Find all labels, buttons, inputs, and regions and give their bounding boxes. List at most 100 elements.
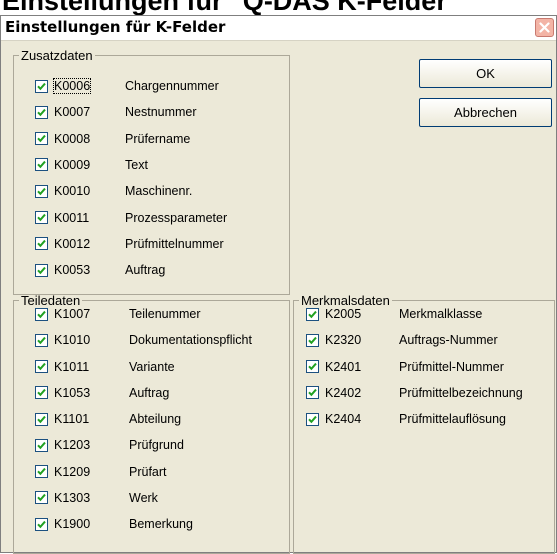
checkbox[interactable] [35, 360, 48, 373]
checkbox[interactable] [35, 491, 48, 505]
kfield-label: Text [125, 157, 148, 172]
checkbox[interactable] [35, 517, 48, 531]
checkbox[interactable] [35, 438, 48, 452]
close-x-icon [539, 22, 550, 33]
kfield-code: K2404 [325, 412, 362, 426]
checkbox[interactable] [306, 333, 319, 347]
checkbox[interactable] [35, 211, 48, 224]
checkbox[interactable] [35, 79, 48, 93]
kfield-row-k0011[interactable]: K0011 Prozessparameter [35, 208, 227, 228]
kfield-row-k2402[interactable]: K2402 Prüfmittelbezeichnung [306, 383, 523, 403]
checkmark-icon [37, 362, 46, 371]
checkmark-icon [37, 82, 46, 90]
kfield-code: K1007 [54, 307, 91, 321]
kfield-label: Prüfmittelnummer [125, 236, 224, 251]
kfield-code: K0010 [54, 184, 91, 199]
kfield-label: Variante [129, 359, 175, 374]
kfield-label: Merkmalklasse [399, 307, 483, 321]
checkbox[interactable] [306, 360, 319, 373]
checkmark-icon [37, 494, 46, 502]
kfield-row-k0007[interactable]: K0007 Nestnummer [35, 102, 197, 122]
kfield-row-k0010[interactable]: K0010 Maschinenr. [35, 181, 192, 201]
kfield-code: K1010 [54, 333, 91, 348]
kfield-row-k1303[interactable]: K1303 Werk [35, 488, 158, 508]
kfield-row-k2401[interactable]: K2401 Prüfmittel-Nummer [306, 357, 504, 377]
kfield-label: Prüfername [125, 131, 191, 146]
kfield-label: Prüfmittelauflösung [399, 412, 507, 426]
checkbox[interactable] [35, 158, 48, 172]
kfield-row-k2404[interactable]: K2404 Prüfmittelauflösung [306, 409, 506, 429]
dialog-title: Einstellungen für K-Felder [5, 18, 226, 36]
kfield-label: Prüfmittel-Nummer [399, 359, 504, 374]
kfield-label: Prüfmittelbezeichnung [399, 385, 523, 400]
checkmark-icon [37, 441, 46, 450]
kfield-label: Prozessparameter [125, 210, 228, 225]
kfield-code: K0006 [52, 78, 92, 94]
checkbox[interactable] [306, 412, 319, 426]
checkmark-icon [37, 389, 46, 397]
kfield-label: Auftrag [125, 263, 166, 278]
checkmark-icon [37, 213, 46, 222]
kfield-code: K2320 [325, 333, 362, 348]
kfield-row-k0006[interactable]: K0006 Chargennummer [35, 76, 219, 96]
checkmark-icon [308, 310, 317, 318]
kfield-label: Werk [129, 490, 158, 505]
kfield-row-k0009[interactable]: K0009 Text [35, 155, 148, 175]
checkbox[interactable] [35, 263, 48, 277]
checkbox[interactable] [306, 307, 319, 321]
checkbox[interactable] [35, 237, 48, 251]
group-zusatzdaten-legend: Zusatzdaten [21, 48, 93, 63]
kfield-row-k1209[interactable]: K1209 Prüfart [35, 462, 167, 482]
kfield-label: Teilenummer [129, 307, 201, 321]
checkbox[interactable] [35, 105, 48, 119]
checkbox[interactable] [35, 307, 48, 321]
kfield-code: K1209 [54, 464, 91, 479]
kfield-row-k1011[interactable]: K1011 Variante [35, 357, 175, 377]
checkmark-icon [37, 240, 46, 248]
checkbox[interactable] [35, 333, 48, 347]
kfield-label: Auftrag [129, 385, 170, 400]
checkbox[interactable] [35, 184, 48, 198]
kfield-label: Chargennummer [125, 79, 219, 93]
checkmark-icon [37, 108, 46, 117]
checkmark-icon [37, 467, 46, 476]
kfield-row-k1053[interactable]: K1053 Auftrag [35, 383, 169, 403]
kfield-code: K1101 [54, 412, 90, 426]
checkmark-icon [308, 415, 317, 423]
checkbox[interactable] [306, 386, 319, 400]
kfield-code: K0007 [54, 105, 91, 120]
checkbox[interactable] [35, 465, 48, 478]
kfield-code: K0008 [54, 131, 91, 146]
kfield-row-k0012[interactable]: K0012 Prüfmittelnummer [35, 234, 224, 254]
kfield-row-k2005[interactable]: K2005 Merkmalklasse [306, 304, 482, 324]
ok-button[interactable]: OK [419, 59, 552, 88]
checkbox[interactable] [35, 412, 48, 426]
kfield-row-k0008[interactable]: K0008 Prüfername [35, 129, 190, 149]
checkmark-icon [308, 389, 317, 397]
cancel-button[interactable]: Abbrechen [419, 98, 552, 127]
kfield-row-k1203[interactable]: K1203 Prüfgrund [35, 435, 184, 455]
checkbox[interactable] [35, 386, 48, 400]
checkmark-icon [37, 161, 46, 169]
close-button[interactable] [535, 18, 554, 37]
kfield-code: K0011 [54, 210, 90, 225]
checkbox[interactable] [35, 132, 48, 146]
kfield-row-k0053[interactable]: K0053 Auftrag [35, 260, 165, 280]
kfield-row-k1010[interactable]: K1010 Dokumentationspflicht [35, 330, 252, 350]
checkmark-icon [37, 187, 46, 195]
kfield-row-k1900[interactable]: K1900 Bemerkung [35, 514, 193, 534]
kfield-code: K1303 [54, 490, 91, 505]
kfield-code: K1203 [54, 438, 91, 453]
dialog-titlebar[interactable]: Einstellungen für K-Felder [1, 16, 556, 41]
kfield-label: Prüfart [129, 464, 167, 479]
checkmark-icon [308, 362, 317, 371]
checkmark-icon [37, 310, 46, 318]
kfield-label: Maschinenr. [125, 184, 193, 199]
k-fields-settings-dialog: Einstellungen für K-Felder Zusatzdaten T… [0, 15, 557, 554]
kfield-label: Prüfgrund [129, 438, 184, 453]
kfield-row-k1007[interactable]: K1007 Teilenummer [35, 304, 201, 324]
kfield-row-k1101[interactable]: K1101 Abteilung [35, 409, 181, 429]
kfield-code: K0053 [54, 263, 91, 278]
kfield-row-k2320[interactable]: K2320 Auftrags-Nummer [306, 330, 498, 350]
checkmark-icon [308, 336, 317, 345]
